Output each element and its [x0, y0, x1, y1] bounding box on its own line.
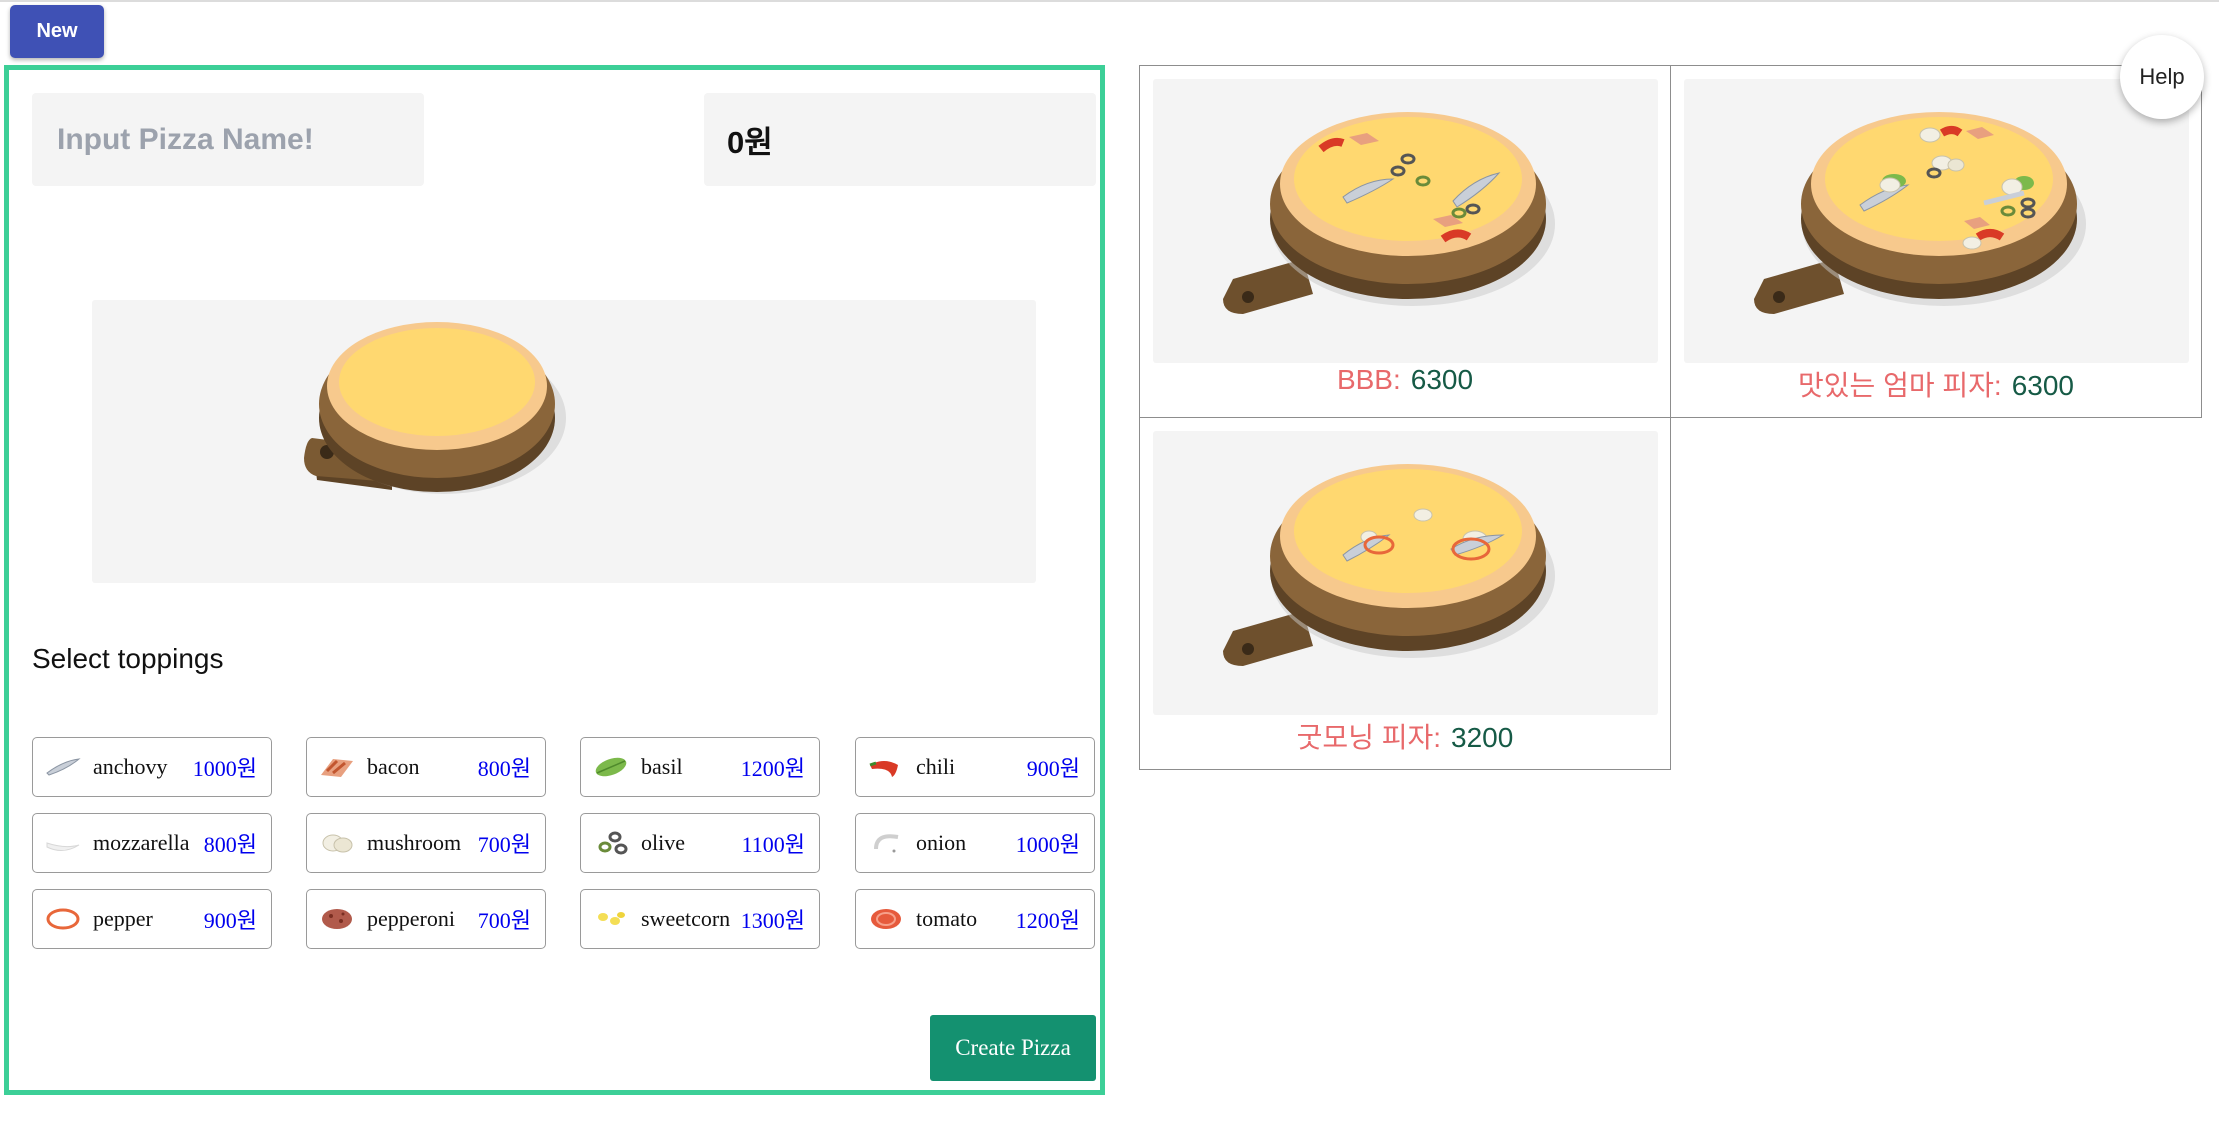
topping-olive[interactable]: olive 1100원: [580, 813, 820, 873]
pizza-name: 맛있는 엄마 피자:: [1798, 370, 2002, 401]
pizza-name: 굿모닝 피자:: [1296, 722, 1442, 753]
topping-pepperoni[interactable]: pepperoni 700원: [306, 889, 546, 949]
mozzarella-icon: [43, 828, 83, 858]
pizza-image: [1684, 79, 2189, 363]
pizza-price: 6300: [1410, 364, 1474, 395]
topping-name: tomato: [916, 906, 978, 931]
topping-name: pepperoni: [367, 906, 455, 931]
pizza-card[interactable]: 굿모닝 피자: 3200: [1139, 417, 1671, 770]
topping-price: 900원: [203, 908, 257, 933]
topping-name: mozzarella: [93, 830, 190, 855]
pizza-builder-panel: 0원 Select toppings anchovy 1000원 bacon 8…: [4, 65, 1105, 1095]
pizza-image: [1153, 431, 1658, 715]
pizza-card[interactable]: BBB: 6300: [1139, 65, 1671, 418]
topping-name: olive: [641, 830, 685, 855]
pizza-name-input[interactable]: [55, 121, 424, 158]
pizza-caption: 맛있는 엄마 피자: 6300: [1671, 364, 2201, 404]
topping-price: 1300원: [740, 908, 805, 933]
topping-sweetcorn[interactable]: sweetcorn 1300원: [580, 889, 820, 949]
topping-price: 1100원: [741, 832, 805, 857]
select-toppings-title: Select toppings: [32, 643, 224, 674]
pizza-preview: [92, 300, 1036, 583]
pizza-board-icon: [1223, 464, 1555, 666]
topping-mushroom[interactable]: mushroom 700원: [306, 813, 546, 873]
bacon-icon: [317, 752, 357, 782]
topping-price: 1200원: [1015, 908, 1080, 933]
tomato-icon: [866, 904, 906, 934]
topping-mozzarella[interactable]: mozzarella 800원: [32, 813, 272, 873]
top-divider: [0, 0, 2219, 2]
topping-price: 700원: [477, 908, 531, 933]
pizza-caption: 굿모닝 피자: 3200: [1140, 716, 1670, 756]
topping-name: bacon: [367, 754, 420, 779]
topping-price: 700원: [477, 832, 531, 857]
empty-pizza-board-image: [304, 322, 566, 494]
basil-icon: [591, 752, 631, 782]
topping-price: 1200원: [740, 756, 805, 781]
pepperoni-icon: [317, 904, 357, 934]
help-button[interactable]: Help: [2120, 35, 2204, 119]
topping-name: chili: [916, 754, 956, 779]
create-pizza-button[interactable]: Create Pizza: [930, 1015, 1096, 1081]
pizza-caption: BBB: 6300: [1140, 364, 1670, 396]
topping-pepper[interactable]: pepper 900원: [32, 889, 272, 949]
topping-tomato[interactable]: tomato 1200원: [855, 889, 1095, 949]
topping-price: 1000원: [1015, 832, 1080, 857]
anchovy-icon: [43, 752, 83, 782]
topping-price: 800원: [477, 756, 531, 781]
topping-anchovy[interactable]: anchovy 1000원: [32, 737, 272, 797]
topping-bacon[interactable]: bacon 800원: [306, 737, 546, 797]
topping-price: 900원: [1026, 756, 1080, 781]
topping-name: pepper: [93, 906, 153, 931]
pizza-price: 6300: [2011, 370, 2074, 401]
olive-icon: [591, 828, 631, 858]
topping-onion[interactable]: onion 1000원: [855, 813, 1095, 873]
pizza-board-icon: [1754, 112, 2086, 314]
pizza-name-field[interactable]: [32, 93, 424, 186]
topping-name: anchovy: [93, 754, 168, 779]
pizza-card[interactable]: 맛있는 엄마 피자: 6300: [1670, 65, 2202, 418]
topping-name: basil: [641, 754, 683, 779]
total-price-display: 0원: [704, 93, 1096, 186]
pizza-price: 3200: [1451, 722, 1514, 753]
pizza-image: [1153, 79, 1658, 363]
topping-name: onion: [916, 830, 967, 855]
topping-price: 800원: [203, 832, 257, 857]
sweetcorn-icon: [591, 904, 631, 934]
topping-basil[interactable]: basil 1200원: [580, 737, 820, 797]
topping-price: 1000원: [192, 756, 257, 781]
new-button[interactable]: New: [10, 5, 104, 58]
topping-name: mushroom: [367, 830, 462, 855]
onion-icon: [866, 828, 906, 858]
pizza-name: BBB:: [1336, 364, 1401, 395]
topping-chili[interactable]: chili 900원: [855, 737, 1095, 797]
chili-icon: [866, 752, 906, 782]
pepper-icon: [43, 904, 83, 934]
topping-name: sweetcorn: [641, 906, 731, 931]
pizza-board-icon: [1223, 112, 1555, 314]
mushroom-icon: [317, 828, 357, 858]
